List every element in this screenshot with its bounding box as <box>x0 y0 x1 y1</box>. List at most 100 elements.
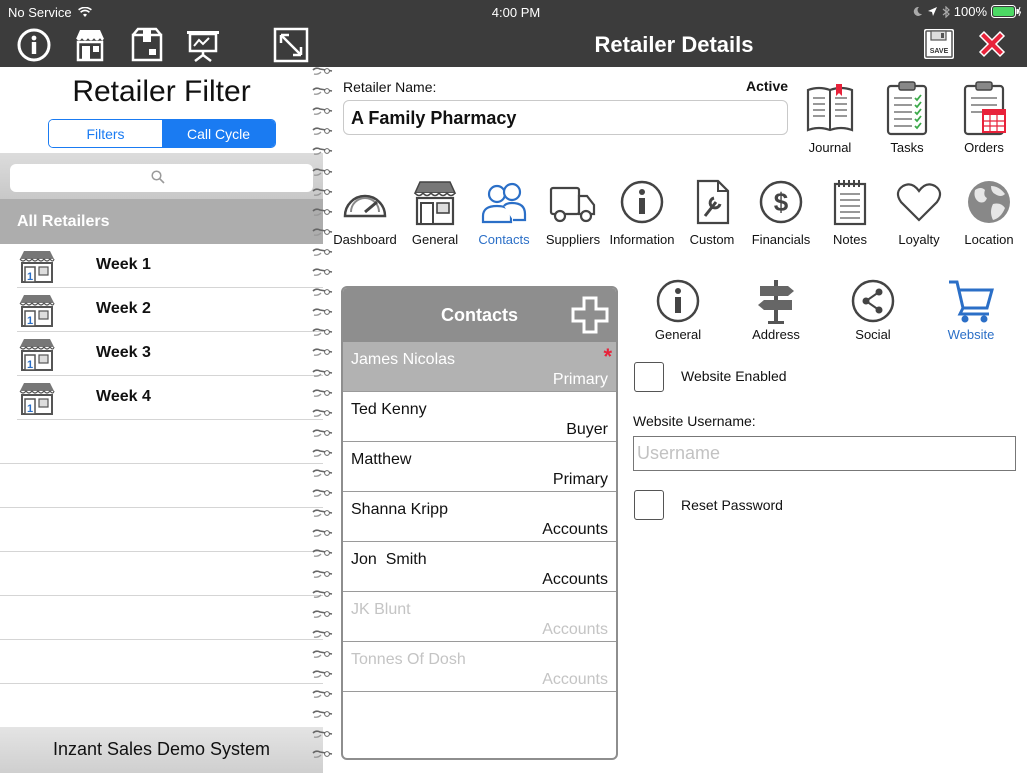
contact-tab-social[interactable]: Social <box>833 278 913 342</box>
page-title: Retailer Details <box>594 32 754 57</box>
tab-suppliers[interactable]: Suppliers <box>538 178 608 247</box>
contact-name: JK Blunt <box>351 601 411 618</box>
binding-ring <box>312 690 333 698</box>
contact-role: Accounts <box>542 521 608 538</box>
contact-role: Accounts <box>542 571 608 588</box>
empty-list-row <box>0 552 323 596</box>
tab-financials[interactable]: $ Financials <box>746 178 816 247</box>
tab-dashboard[interactable]: Dashboard <box>330 178 400 247</box>
tab-notes[interactable]: Notes <box>815 178 885 247</box>
binding-ring <box>312 67 333 75</box>
orders-label: Orders <box>964 140 1004 155</box>
contact-tab-general[interactable]: General <box>638 278 718 342</box>
contact-row[interactable]: Tonnes Of Dosh Accounts <box>343 642 616 692</box>
binding-ring <box>312 549 333 558</box>
details-toolbar: 4:00 PM 100% Retailer Details SAVE <box>323 0 1027 67</box>
all-retailers-header[interactable]: All Retailers <box>0 199 323 244</box>
contact-role: Accounts <box>542 671 608 688</box>
presentation-icon[interactable] <box>185 27 221 63</box>
contact-name: James Nicolas <box>351 351 456 368</box>
segment-filters[interactable]: Filters <box>49 120 162 147</box>
contact-tab-website[interactable]: Website <box>931 278 1011 342</box>
tab-location[interactable]: Location <box>954 178 1024 247</box>
svg-text:1: 1 <box>27 315 33 327</box>
empty-list-row <box>0 640 323 684</box>
plus-icon <box>571 296 609 334</box>
contact-row[interactable]: Shanna Kripp Accounts <box>343 492 616 542</box>
truck-icon <box>549 186 596 223</box>
system-footer: Inzant Sales Demo System <box>0 727 323 773</box>
retailer-store-icon[interactable] <box>72 27 108 63</box>
svg-text:1: 1 <box>27 271 33 283</box>
binding-ring <box>312 650 333 658</box>
primary-star: * <box>603 344 612 369</box>
binding-ring <box>312 569 333 578</box>
save-label: SAVE <box>930 48 949 55</box>
empty-list-row <box>0 684 323 728</box>
segment-call-cycle[interactable]: Call Cycle <box>162 120 275 147</box>
contacts-panel: Contacts James Nicolas * Primary Ted Ken… <box>341 286 618 760</box>
svg-text:1: 1 <box>27 403 33 415</box>
week-label: Week 1 <box>96 256 151 273</box>
list-item-week-4[interactable]: 1 Week 4 <box>17 376 323 420</box>
empty-list-row <box>0 508 323 552</box>
svg-text:$: $ <box>774 187 789 217</box>
tab-general[interactable]: General <box>400 178 470 247</box>
status-indicators: 100% <box>912 4 1021 19</box>
week-label: Week 2 <box>96 300 151 317</box>
list-item-week-2[interactable]: 1 Week 2 <box>17 288 323 332</box>
share-icon <box>851 279 895 323</box>
contact-row[interactable]: JK Blunt Accounts <box>343 592 616 642</box>
battery-percent: 100% <box>953 4 987 19</box>
binding-ring <box>312 509 333 518</box>
website-enabled-checkbox[interactable] <box>634 362 664 392</box>
list-item-week-1[interactable]: 1 Week 1 <box>17 244 323 288</box>
svg-text:1: 1 <box>27 359 33 371</box>
package-icon[interactable] <box>129 27 165 63</box>
add-contact-button[interactable] <box>570 295 610 335</box>
close-button[interactable] <box>974 26 1010 62</box>
list-item-week-3[interactable]: 1 Week 3 <box>17 332 323 376</box>
tab-information[interactable]: Information <box>607 178 677 247</box>
tab-label: Website <box>947 327 995 342</box>
contacts-people-icon <box>481 182 527 224</box>
contact-tab-address[interactable]: Address <box>736 278 816 342</box>
reset-password-label: Reset Password <box>681 497 783 513</box>
tab-loyalty[interactable]: Loyalty <box>884 178 954 247</box>
contact-row[interactable]: James Nicolas * Primary <box>343 342 616 392</box>
globe-icon <box>968 181 1010 223</box>
contact-row[interactable]: Jon Smith Accounts <box>343 542 616 592</box>
binding-ring <box>312 589 333 598</box>
tab-label: General <box>654 327 702 342</box>
orders-button[interactable]: Orders <box>953 80 1015 155</box>
tab-contacts[interactable]: Contacts <box>469 178 539 247</box>
website-username-field[interactable] <box>633 436 1016 471</box>
binding-ring <box>312 127 333 136</box>
document-wrench-icon <box>696 179 730 225</box>
info-icon[interactable] <box>16 27 52 63</box>
binding-ring <box>312 489 333 497</box>
search-icon <box>151 170 165 184</box>
binding-ring <box>312 368 333 377</box>
retailer-name-label: Retailer Name: <box>343 79 437 95</box>
carrier-text: No Service <box>8 5 72 20</box>
contact-row[interactable]: Matthew Primary <box>343 442 616 492</box>
week-label: Week 4 <box>96 388 151 405</box>
contact-role: Buyer <box>566 421 608 438</box>
retailer-details-pane: 4:00 PM 100% Retailer Details SAVE Retai… <box>323 0 1027 773</box>
save-button[interactable]: SAVE <box>923 28 955 60</box>
tab-custom[interactable]: Custom <box>677 178 747 247</box>
journal-button[interactable]: Journal <box>799 80 861 155</box>
retailer-store-icon: 1 <box>19 295 55 327</box>
shopping-cart-icon <box>949 280 994 323</box>
tab-label: Loyalty <box>898 232 940 247</box>
tab-label: Custom <box>689 232 735 247</box>
contact-row[interactable]: Ted Kenny Buyer <box>343 392 616 442</box>
bluetooth-icon <box>942 5 950 18</box>
tab-label: Suppliers <box>545 232 601 247</box>
tasks-button[interactable]: Tasks <box>876 80 938 155</box>
reset-password-checkbox[interactable] <box>634 490 664 520</box>
contact-name: Jon Smith <box>351 551 427 568</box>
expand-icon[interactable] <box>273 27 309 63</box>
retailer-name-field[interactable]: A Family Pharmacy <box>343 100 788 135</box>
